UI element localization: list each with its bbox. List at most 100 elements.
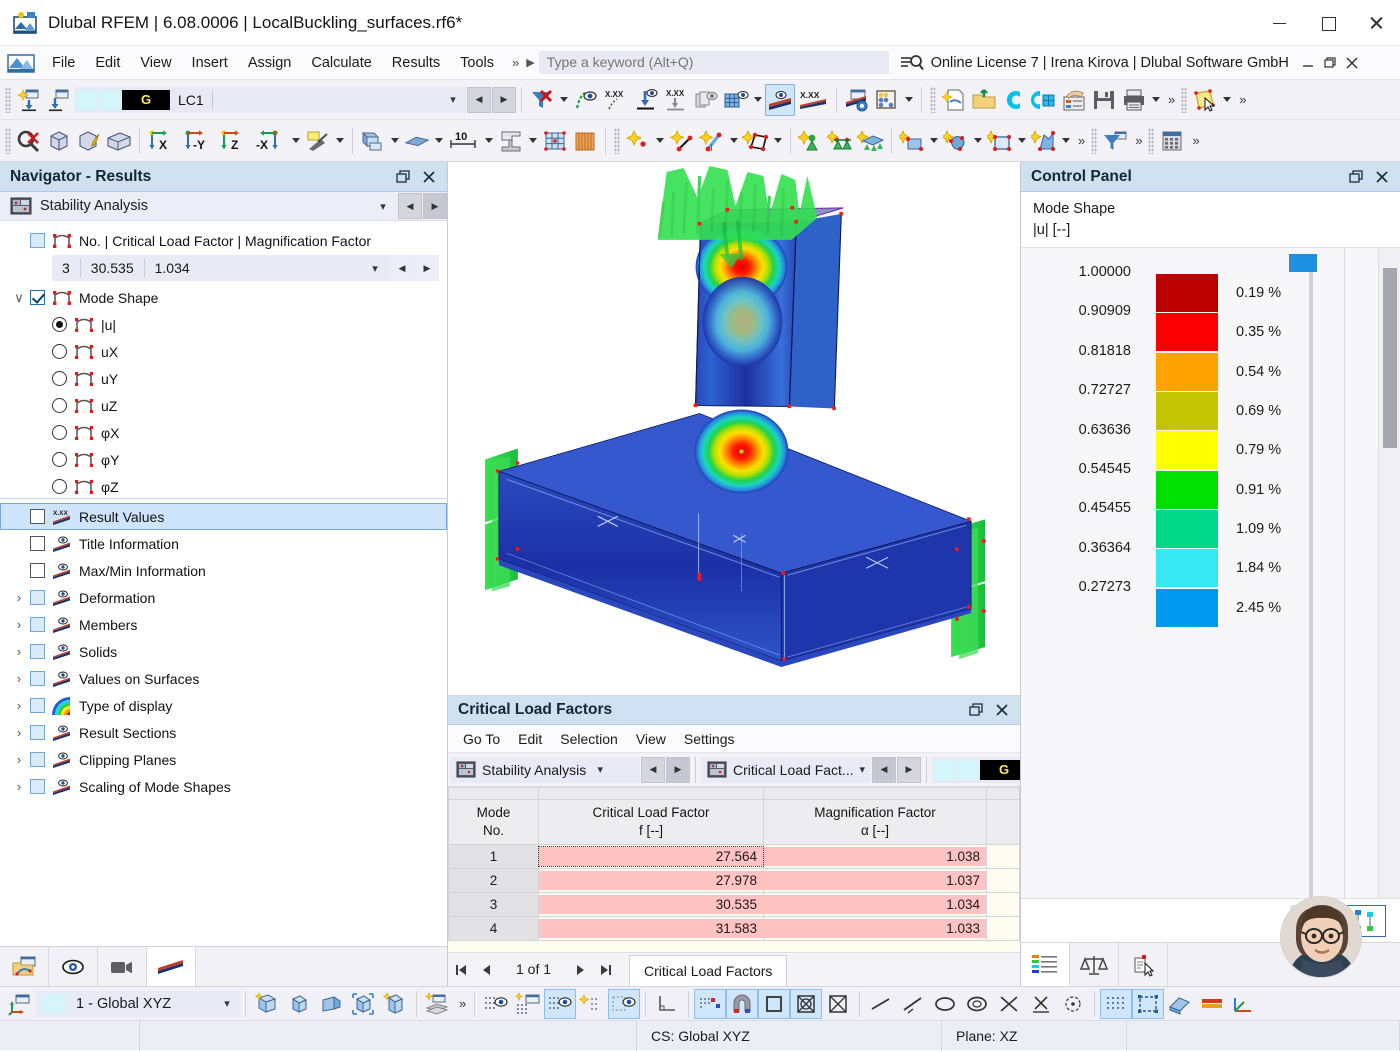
new-surface-icon[interactable] — [897, 125, 927, 157]
table-menu-settings[interactable]: Settings — [675, 728, 744, 750]
toolbar-grip-2[interactable] — [930, 87, 936, 113]
load-case-combo[interactable]: G LC1 ▾ — [74, 87, 466, 113]
new-member-caret[interactable] — [727, 125, 741, 157]
view-x-icon[interactable]: X — [145, 125, 181, 157]
new-polyline-caret[interactable] — [771, 125, 785, 157]
deformation-visibility-icon[interactable] — [571, 84, 601, 116]
mode-selection-combo[interactable]: 3 30.535 1.034 ▾ ◀ ▶ — [52, 255, 439, 281]
new-load-caret[interactable] — [1059, 125, 1073, 157]
mode-next-button[interactable]: ▶ — [415, 255, 439, 281]
scaling-expander[interactable]: › — [8, 779, 30, 794]
color-bar-icon[interactable] — [1196, 989, 1228, 1019]
chevron-down-icon[interactable]: ▾ — [369, 200, 397, 213]
coordinate-system-combo[interactable]: 1 - Global XYZ ▾ — [36, 991, 240, 1017]
guideline-icon[interactable] — [576, 989, 608, 1019]
print-icon[interactable] — [1119, 84, 1149, 116]
license-search-icon[interactable] — [899, 53, 925, 73]
grid-toggle-icon[interactable] — [1100, 989, 1132, 1019]
table-result-combo[interactable]: Critical Load Fact... ▾ — [701, 757, 871, 783]
new-cs-icon[interactable] — [251, 989, 283, 1019]
tree-item-component-phiy[interactable]: φY — [0, 446, 447, 473]
tree-item-title-information[interactable]: Title Information — [0, 530, 447, 557]
toolbar2-overflow-1[interactable]: » — [1073, 125, 1088, 157]
toolbar2-overflow-2[interactable]: » — [1130, 125, 1145, 157]
table-analysis-next[interactable]: ▶ — [666, 757, 690, 783]
mode-shape-checkbox[interactable] — [30, 290, 45, 305]
tree-item-component-uy[interactable]: uY — [0, 365, 447, 392]
grid-tab-critical-load-factors[interactable]: Critical Load Factors — [629, 955, 787, 986]
view-neg-x-icon[interactable]: -X — [253, 125, 289, 157]
tab-project-navigator[interactable] — [0, 947, 49, 986]
tree-item-result-sections[interactable]: › Result Sections — [0, 719, 447, 746]
load-case-prev-button[interactable]: ◀ — [467, 87, 491, 113]
new-polyline-icon[interactable] — [741, 125, 771, 157]
pager-last-button[interactable] — [593, 953, 619, 986]
tab-display-navigator[interactable] — [49, 947, 98, 986]
status-overflow-1[interactable]: » — [454, 988, 469, 1020]
cs-view-icon[interactable] — [315, 989, 347, 1019]
isometric-view-icon[interactable] — [44, 125, 74, 157]
delete-cs-icon[interactable] — [283, 989, 315, 1019]
tree-item-component-u[interactable]: |u| — [0, 311, 447, 338]
component-radio-phiy[interactable] — [52, 452, 67, 467]
row-4-critical-load-factor[interactable]: 31.583 — [539, 917, 764, 941]
values-on-surfaces-2-checkbox[interactable] — [30, 671, 45, 686]
tab-display-properties[interactable] — [1119, 943, 1168, 986]
hand-table-icon[interactable] — [1059, 84, 1089, 116]
component-radio-phiz[interactable] — [52, 479, 67, 494]
tree-item-solids[interactable]: › Solids — [0, 638, 447, 665]
menu-calculate[interactable]: Calculate — [301, 51, 381, 75]
navigator-analysis-combo[interactable]: Stability Analysis ▾ ◀ ▶ — [0, 192, 447, 221]
print-caret[interactable] — [1149, 84, 1163, 116]
section-icon[interactable] — [496, 125, 526, 157]
deformation-expander[interactable]: › — [8, 590, 30, 605]
ortho-lock-icon[interactable] — [758, 989, 790, 1019]
select-surface-caret[interactable] — [1220, 84, 1234, 116]
new-line-icon[interactable] — [667, 125, 697, 157]
save-icon[interactable] — [1089, 84, 1119, 116]
row-2-critical-load-factor[interactable]: 27.978 — [539, 869, 764, 893]
cs-copy-icon[interactable] — [347, 989, 379, 1019]
tab-results-navigator[interactable] — [147, 947, 196, 986]
new-solid-icon[interactable] — [941, 125, 971, 157]
dimension-10-icon[interactable]: 10 — [446, 125, 482, 157]
coordinate-system-icon[interactable] — [4, 989, 36, 1019]
chevron-down-icon[interactable]: ▾ — [440, 93, 466, 106]
chevron-down-icon[interactable]: ▾ — [361, 262, 389, 275]
tree-item-header-row[interactable]: No. | Critical Load Factor | Magnificati… — [0, 227, 447, 254]
perpendicular-snap-icon[interactable] — [993, 989, 1025, 1019]
row-1-critical-load-factor[interactable]: 27.564 — [539, 845, 764, 869]
axis-display-icon[interactable] — [1228, 989, 1260, 1019]
scaling-checkbox[interactable] — [30, 779, 45, 794]
filter-icon[interactable] — [1100, 125, 1130, 157]
navigator-close-button[interactable] — [417, 166, 441, 188]
row-4-magnification-factor[interactable]: 1.033 — [764, 917, 987, 941]
pager-next-button[interactable] — [567, 953, 593, 986]
clipping-planes-checkbox[interactable] — [30, 752, 45, 767]
table-menu-selection[interactable]: Selection — [551, 728, 627, 750]
grid-visibility-icon[interactable] — [480, 989, 512, 1019]
view-neg-y-icon[interactable]: -Y — [181, 125, 217, 157]
layers-icon[interactable] — [422, 989, 454, 1019]
ortho-icon[interactable] — [651, 989, 683, 1019]
select-surface-icon[interactable] — [1190, 84, 1220, 116]
object-snap-icon[interactable] — [608, 989, 640, 1019]
delete-filter-icon[interactable] — [527, 84, 557, 116]
table-result-prev[interactable]: ◀ — [872, 757, 896, 783]
close-button[interactable] — [1352, 0, 1400, 46]
tree-item-component-phiz[interactable]: φZ — [0, 473, 447, 499]
abacus-icon[interactable] — [872, 84, 902, 116]
table-analysis-prev[interactable]: ◀ — [641, 757, 665, 783]
cartesian-grid-icon[interactable] — [790, 989, 822, 1019]
tree-item-component-uz[interactable]: uZ — [0, 392, 447, 419]
column-header-mode-no[interactable]: Mode No. — [449, 800, 539, 845]
type-of-display-checkbox[interactable] — [30, 698, 45, 713]
line-grid-icon[interactable] — [865, 989, 897, 1019]
component-radio-ux[interactable] — [52, 344, 67, 359]
menu-expand-arrow-icon[interactable]: ▶ — [526, 56, 534, 69]
control-panel-restore-button[interactable] — [1344, 166, 1368, 188]
edit-view-icon[interactable] — [74, 125, 104, 157]
table-row[interactable]: 1 27.564 1.038 — [449, 845, 1020, 869]
result-sections-expander[interactable]: › — [8, 725, 30, 740]
calculator-icon[interactable] — [1157, 125, 1187, 157]
